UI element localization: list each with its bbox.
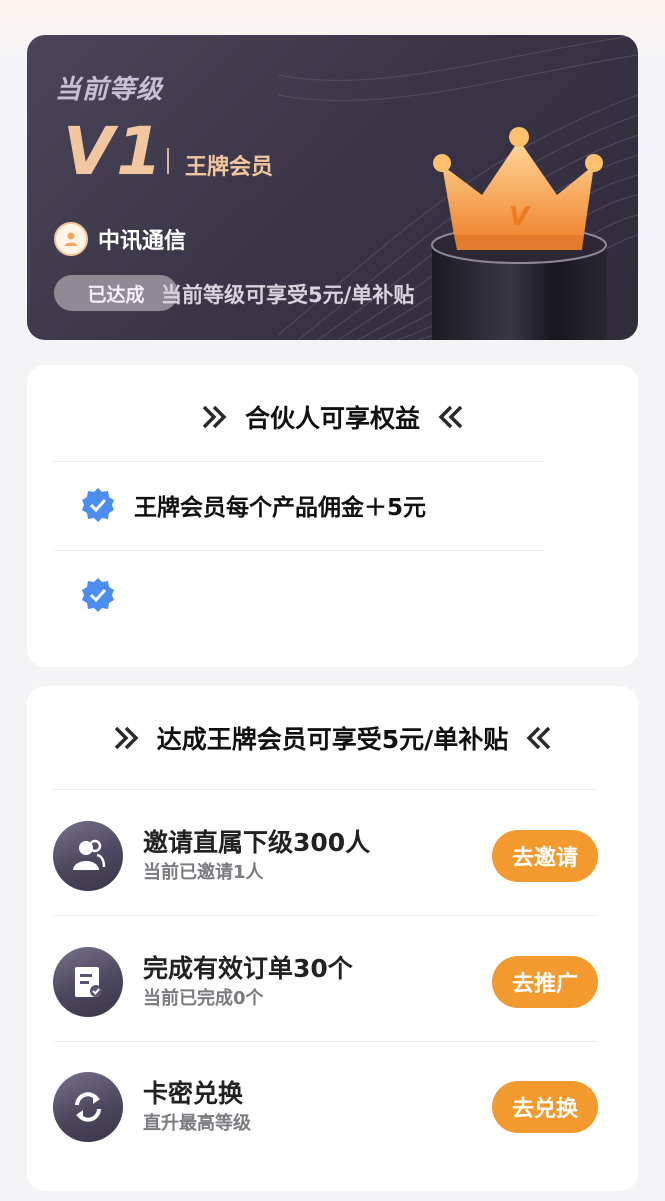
task-invite: 邀请直属下级300人 当前已邀请1人 去邀请 bbox=[53, 816, 598, 896]
benefit-text: 王牌会员每个产品佣金＋5元 bbox=[134, 495, 427, 521]
company-row: 中讯通信 bbox=[54, 221, 186, 257]
task-progress: 当前已完成0个 bbox=[143, 988, 264, 1009]
company-name: 中讯通信 bbox=[98, 229, 187, 254]
invite-button[interactable]: 去邀请 bbox=[492, 830, 598, 882]
benefit-item bbox=[80, 577, 134, 613]
tier-name: 王牌会员 bbox=[185, 155, 274, 180]
task-progress: 直升最高等级 bbox=[143, 1113, 251, 1134]
crown-pedestal-icon: V bbox=[431, 127, 607, 340]
crown-letter: V bbox=[509, 202, 531, 232]
verified-badge-icon bbox=[82, 578, 114, 612]
level-divider bbox=[167, 148, 169, 174]
promote-button[interactable]: 去推广 bbox=[492, 956, 598, 1008]
chevrons-left-icon bbox=[438, 405, 463, 429]
task-title: 邀请直属下级300人 bbox=[143, 828, 371, 857]
divider bbox=[53, 1041, 598, 1042]
task-icon-circle bbox=[53, 1072, 123, 1142]
achieved-badge: 已达成 bbox=[54, 275, 178, 311]
verified-badge-icon bbox=[82, 488, 114, 522]
avatar bbox=[54, 222, 88, 256]
redeem-button[interactable]: 去兑换 bbox=[492, 1081, 598, 1133]
chevrons-left-icon bbox=[526, 726, 551, 750]
task-title: 卡密兑换 bbox=[143, 1079, 244, 1108]
upgrade-tasks-card: 达成王牌会员可享受5元/单补贴 邀请直属下级300人 当前已邀请1人 去邀请 完… bbox=[27, 686, 638, 1191]
divider bbox=[53, 915, 598, 916]
task-info: 卡密兑换 直升最高等级 bbox=[143, 1077, 492, 1137]
benefits-heading: 合伙人可享权益 bbox=[27, 399, 638, 435]
chevrons-right-icon bbox=[114, 726, 139, 750]
users-icon bbox=[73, 839, 106, 870]
level-card: 当前等级 V1 王牌会员 中讯通信 已达成 当前等级可享受5元/单补贴 V bbox=[27, 35, 638, 340]
task-info: 邀请直属下级300人 当前已邀请1人 bbox=[143, 826, 492, 886]
exchange-icon bbox=[75, 1092, 101, 1122]
user-icon bbox=[64, 232, 78, 246]
order-document-icon bbox=[75, 967, 102, 997]
task-info: 完成有效订单30个 当前已完成0个 bbox=[143, 952, 492, 1012]
benefits-title: 合伙人可享权益 bbox=[244, 404, 420, 433]
current-level-label: 当前等级 bbox=[55, 75, 164, 105]
divider bbox=[53, 789, 598, 790]
level-value: V1 bbox=[63, 113, 165, 190]
task-icon-circle bbox=[53, 821, 123, 891]
task-card-redeem: 卡密兑换 直升最高等级 去兑换 bbox=[53, 1067, 598, 1147]
benefit-item: 王牌会员每个产品佣金＋5元 bbox=[80, 487, 426, 523]
task-title: 完成有效订单30个 bbox=[143, 954, 353, 983]
divider bbox=[53, 461, 544, 462]
partner-benefits-card: 合伙人可享权益 王牌会员每个产品佣金＋5元 bbox=[27, 365, 638, 667]
chevrons-right-icon bbox=[202, 405, 227, 429]
tasks-title: 达成王牌会员可享受5元/单补贴 bbox=[156, 725, 509, 754]
task-orders: 完成有效订单30个 当前已完成0个 去推广 bbox=[53, 942, 598, 1022]
level-perk-text: 当前等级可享受5元/单补贴 bbox=[161, 283, 415, 307]
task-progress: 当前已邀请1人 bbox=[143, 862, 264, 883]
divider bbox=[53, 550, 544, 551]
tasks-heading: 达成王牌会员可享受5元/单补贴 bbox=[27, 720, 638, 756]
task-icon-circle bbox=[53, 947, 123, 1017]
